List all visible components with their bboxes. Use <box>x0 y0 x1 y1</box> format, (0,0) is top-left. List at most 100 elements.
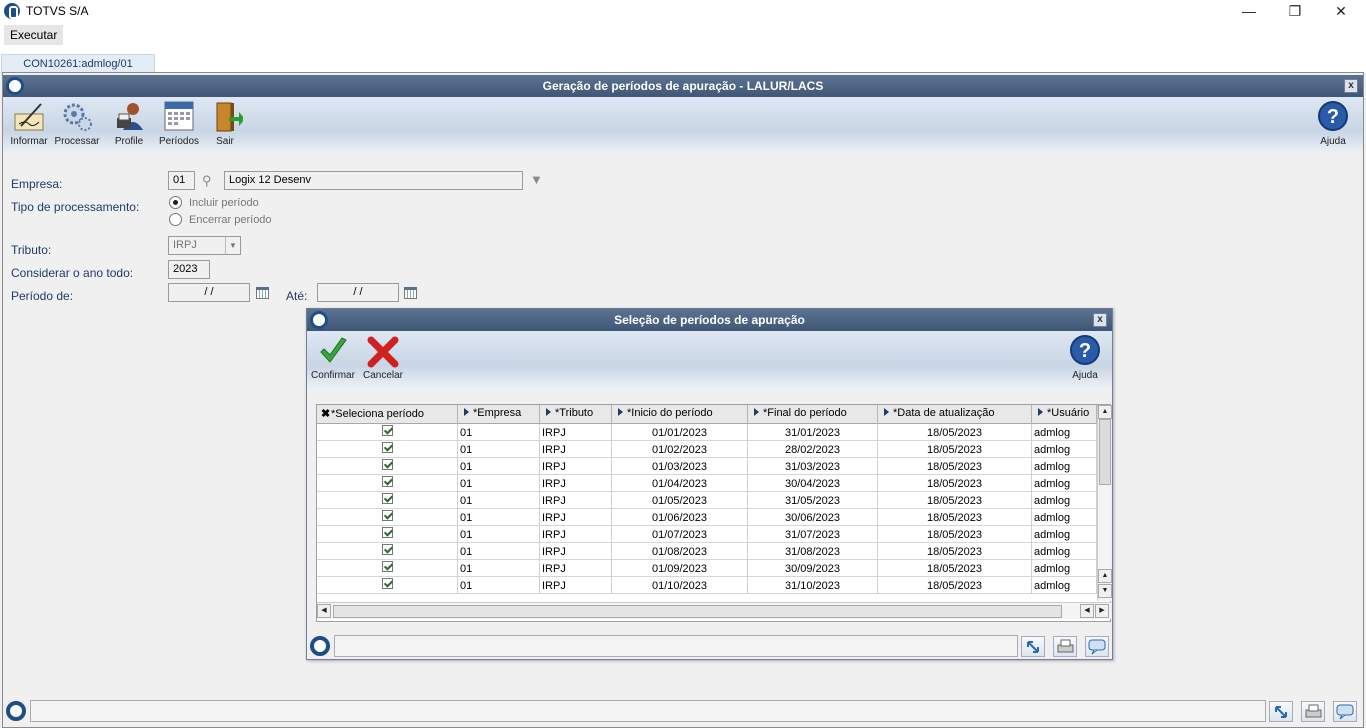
table-row[interactable]: 01 IRPJ 01/03/2023 31/03/2023 18/05/2023 adml… <box>317 458 1097 475</box>
cell-usuario: admlog <box>1032 560 1097 577</box>
dialog-ajuda-button[interactable]: ? Ajuda <box>1061 334 1109 386</box>
periodo-ate-field[interactable]: / / <box>317 283 399 302</box>
printer-icon[interactable] <box>1053 636 1077 657</box>
periodo-de-field[interactable]: / / <box>168 283 250 302</box>
table-row[interactable]: 01 IRPJ 01/01/2023 31/01/2023 18/05/2023 adml… <box>317 424 1097 441</box>
minimize-button[interactable]: — <box>1226 0 1272 22</box>
col-seleciona-periodo[interactable]: ✖*Seleciona período <box>317 405 458 424</box>
help-icon: ? <box>1067 334 1103 368</box>
radio-encerrar-label: Encerrar período <box>189 214 272 226</box>
restore-button[interactable]: ❐ <box>1272 0 1318 22</box>
row-checkbox[interactable] <box>382 510 393 521</box>
message-icon[interactable] <box>1085 636 1109 657</box>
profile-button[interactable]: Profile <box>105 100 153 152</box>
row-checkbox[interactable] <box>382 459 393 470</box>
table-row[interactable]: 01 IRPJ 01/10/2023 31/10/2023 18/05/2023 adml… <box>317 577 1097 594</box>
cell-seleciona <box>317 577 458 594</box>
row-checkbox[interactable] <box>382 527 393 538</box>
cell-data-atualizacao: 18/05/2023 <box>878 458 1032 475</box>
search-icon[interactable]: ⚲ <box>202 173 212 189</box>
sort-arrow-icon <box>754 408 759 416</box>
ajuda-button[interactable]: ? Ajuda <box>1309 100 1357 152</box>
cell-tributo: IRPJ <box>540 560 612 577</box>
calendar-picker-icon[interactable] <box>256 287 269 299</box>
main-close-button[interactable]: x <box>1344 79 1358 93</box>
col-data-atualizacao[interactable]: *Data de atualização <box>878 405 1032 424</box>
cell-data-atualizacao: 18/05/2023 <box>878 509 1032 526</box>
tab-con10261[interactable]: CON10261:admlog/01 <box>1 54 155 73</box>
ano-field[interactable]: 2023 <box>168 260 210 279</box>
cell-data-atualizacao: 18/05/2023 <box>878 441 1032 458</box>
resize-icon[interactable] <box>1021 636 1045 657</box>
main-status-bar <box>3 698 1363 724</box>
dialog-close-button[interactable]: x <box>1093 313 1107 327</box>
col-header-text: *Data de atualização <box>893 407 995 419</box>
scroll-down-icon[interactable]: ▼ <box>1098 584 1112 598</box>
cancelar-button[interactable]: Cancelar <box>359 334 407 386</box>
cell-data-atualizacao: 18/05/2023 <box>878 577 1032 594</box>
row-checkbox[interactable] <box>382 578 393 589</box>
filter-icon[interactable]: ▼ <box>530 172 543 187</box>
selection-dialog: Seleção de períodos de apuração x Confir… <box>306 308 1113 660</box>
radio-encerrar-periodo[interactable] <box>169 213 182 226</box>
totvs-logo-icon <box>6 701 26 721</box>
calendar-picker-icon[interactable] <box>404 287 417 299</box>
cell-inicio: 01/08/2023 <box>612 543 748 560</box>
table-row[interactable]: 01 IRPJ 01/02/2023 28/02/2023 18/05/2023 adml… <box>317 441 1097 458</box>
col-empresa[interactable]: *Empresa <box>458 405 540 424</box>
sort-arrow-icon <box>1038 408 1043 416</box>
table-row[interactable]: 01 IRPJ 01/05/2023 31/05/2023 18/05/2023 adml… <box>317 492 1097 509</box>
cell-data-atualizacao: 18/05/2023 <box>878 475 1032 492</box>
scroll-up-icon[interactable]: ▲ <box>1098 405 1112 419</box>
cell-final: 30/09/2023 <box>748 560 878 577</box>
col-final-periodo[interactable]: *Final do período <box>748 405 878 424</box>
scroll-right-icon[interactable]: ▶ <box>1095 604 1109 618</box>
tributo-select[interactable]: IRPJ ▼ <box>168 236 241 255</box>
row-checkbox[interactable] <box>382 425 393 436</box>
clear-x-icon[interactable]: ✖ <box>321 407 331 420</box>
horizontal-scrollbar[interactable]: ◀ ◀ ▶ <box>317 602 1111 619</box>
cell-seleciona <box>317 424 458 441</box>
chevron-down-icon[interactable]: ▼ <box>225 237 240 254</box>
menu-executar[interactable]: Executar <box>4 25 64 45</box>
scroll-up-icon[interactable]: ▲ <box>1098 569 1112 583</box>
sair-button[interactable]: Sair <box>201 100 249 152</box>
periodos-button[interactable]: Períodos <box>155 100 203 152</box>
vertical-scrollbar[interactable]: ▲ ▲ ▼ <box>1097 405 1112 601</box>
col-usuario[interactable]: *Usuário <box>1032 405 1097 424</box>
cell-tributo: IRPJ <box>540 424 612 441</box>
table-row[interactable]: 01 IRPJ 01/08/2023 31/08/2023 18/05/2023 adml… <box>317 543 1097 560</box>
col-header-text: *Inicio do período <box>627 407 713 419</box>
row-checkbox[interactable] <box>382 442 393 453</box>
processar-button[interactable]: Processar <box>53 100 101 152</box>
table-row[interactable]: 01 IRPJ 01/07/2023 31/07/2023 18/05/2023 adml… <box>317 526 1097 543</box>
close-button[interactable]: ✕ <box>1318 0 1364 22</box>
hscroll-thumb[interactable] <box>333 605 1062 618</box>
scroll-thumb[interactable] <box>1099 419 1111 485</box>
row-checkbox[interactable] <box>382 544 393 555</box>
table-row[interactable]: 01 IRPJ 01/06/2023 30/06/2023 18/05/2023 adml… <box>317 509 1097 526</box>
col-header-text: *Usuário <box>1047 407 1090 419</box>
table-row[interactable]: 01 IRPJ 01/04/2023 30/04/2023 18/05/2023 adml… <box>317 475 1097 492</box>
cell-tributo: IRPJ <box>540 458 612 475</box>
scroll-left-icon[interactable]: ◀ <box>1080 604 1094 618</box>
empresa-code-field[interactable]: 01 <box>168 171 195 190</box>
table-row[interactable]: 01 IRPJ 01/09/2023 30/09/2023 18/05/2023 adml… <box>317 560 1097 577</box>
scroll-left-icon[interactable]: ◀ <box>317 604 331 618</box>
row-checkbox[interactable] <box>382 561 393 572</box>
col-inicio-periodo[interactable]: *Inicio do período <box>612 405 748 424</box>
row-checkbox[interactable] <box>382 493 393 504</box>
informar-button[interactable]: Informar <box>5 100 53 152</box>
message-icon[interactable] <box>1333 701 1357 722</box>
col-tributo[interactable]: *Tributo <box>540 405 612 424</box>
resize-icon[interactable] <box>1269 701 1293 722</box>
row-checkbox[interactable] <box>382 476 393 487</box>
periodos-label: Períodos <box>158 136 200 147</box>
printer-icon[interactable] <box>1301 701 1325 722</box>
col-header-text: *Tributo <box>555 407 594 419</box>
cell-final: 31/08/2023 <box>748 543 878 560</box>
ano-todo-label: Considerar o ano todo: <box>11 266 134 280</box>
confirmar-button[interactable]: Confirmar <box>309 334 357 386</box>
radio-incluir-periodo[interactable] <box>169 196 182 209</box>
cell-seleciona <box>317 543 458 560</box>
